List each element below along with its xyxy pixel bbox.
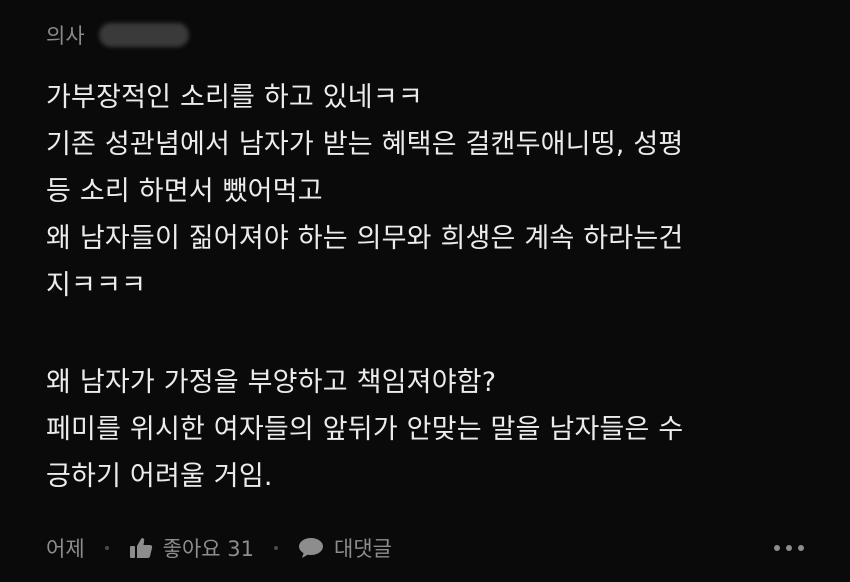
comment-line: 기존 성관념에서 남자가 받는 혜택은 걸캔두애니띵, 성평: [46, 129, 684, 160]
comment-line: 가부장적인 소리를 하고 있네ㅋㅋ: [46, 82, 423, 113]
redacted-username: [98, 23, 189, 47]
comment-line: 페미를 위시한 여자들의 앞뒤가 안맞는 말을 남자들은 수: [46, 414, 684, 445]
reply-label: 대댓글: [334, 537, 392, 561]
like-count-label: 좋아요 31: [162, 537, 254, 561]
more-dot: [798, 545, 804, 551]
paragraph-2: 왜 남자가 가정을 부양하고 책임져야함? 페미를 위시한 여자들의 앞뒤가 안…: [46, 359, 816, 500]
separator-dot: [274, 546, 278, 550]
comment-footer: 어제 좋아요 31 대댓글: [46, 528, 804, 568]
reply-button[interactable]: 대댓글: [298, 533, 392, 563]
paragraph-1: 가부장적인 소리를 하고 있네ㅋㅋ 기존 성관념에서 남자가 받는 혜택은 걸캔…: [46, 74, 816, 309]
comment-line: 등 소리 하면서 뺐어먹고: [46, 176, 323, 207]
more-dot: [786, 545, 792, 551]
comment-body: 가부장적인 소리를 하고 있네ㅋㅋ 기존 성관념에서 남자가 받는 혜택은 걸캔…: [46, 74, 816, 500]
comment-line: 왜 남자들이 짊어져야 하는 의무와 희생은 계속 하라는건: [46, 223, 684, 254]
comment-time: 어제: [46, 537, 85, 561]
comment-line: 긍하기 어려울 거임.: [46, 461, 273, 492]
speech-bubble-icon: [298, 537, 324, 559]
separator-dot: [104, 546, 109, 550]
author-name[interactable]: 의사: [46, 20, 85, 50]
thumbs-up-icon: [129, 537, 153, 559]
more-icon[interactable]: [774, 545, 804, 551]
like-button[interactable]: 좋아요 31: [129, 533, 254, 563]
comment-line: 왜 남자가 가정을 부양하고 책임져야함?: [46, 367, 497, 398]
comment-line: 지ㅋㅋㅋ: [46, 270, 147, 301]
more-dot: [774, 545, 780, 551]
comment-header: 의사: [46, 20, 189, 50]
comment-card: 의사 가부장적인 소리를 하고 있네ㅋㅋ 기존 성관념에서 남자가 받는 혜택은…: [0, 0, 850, 582]
